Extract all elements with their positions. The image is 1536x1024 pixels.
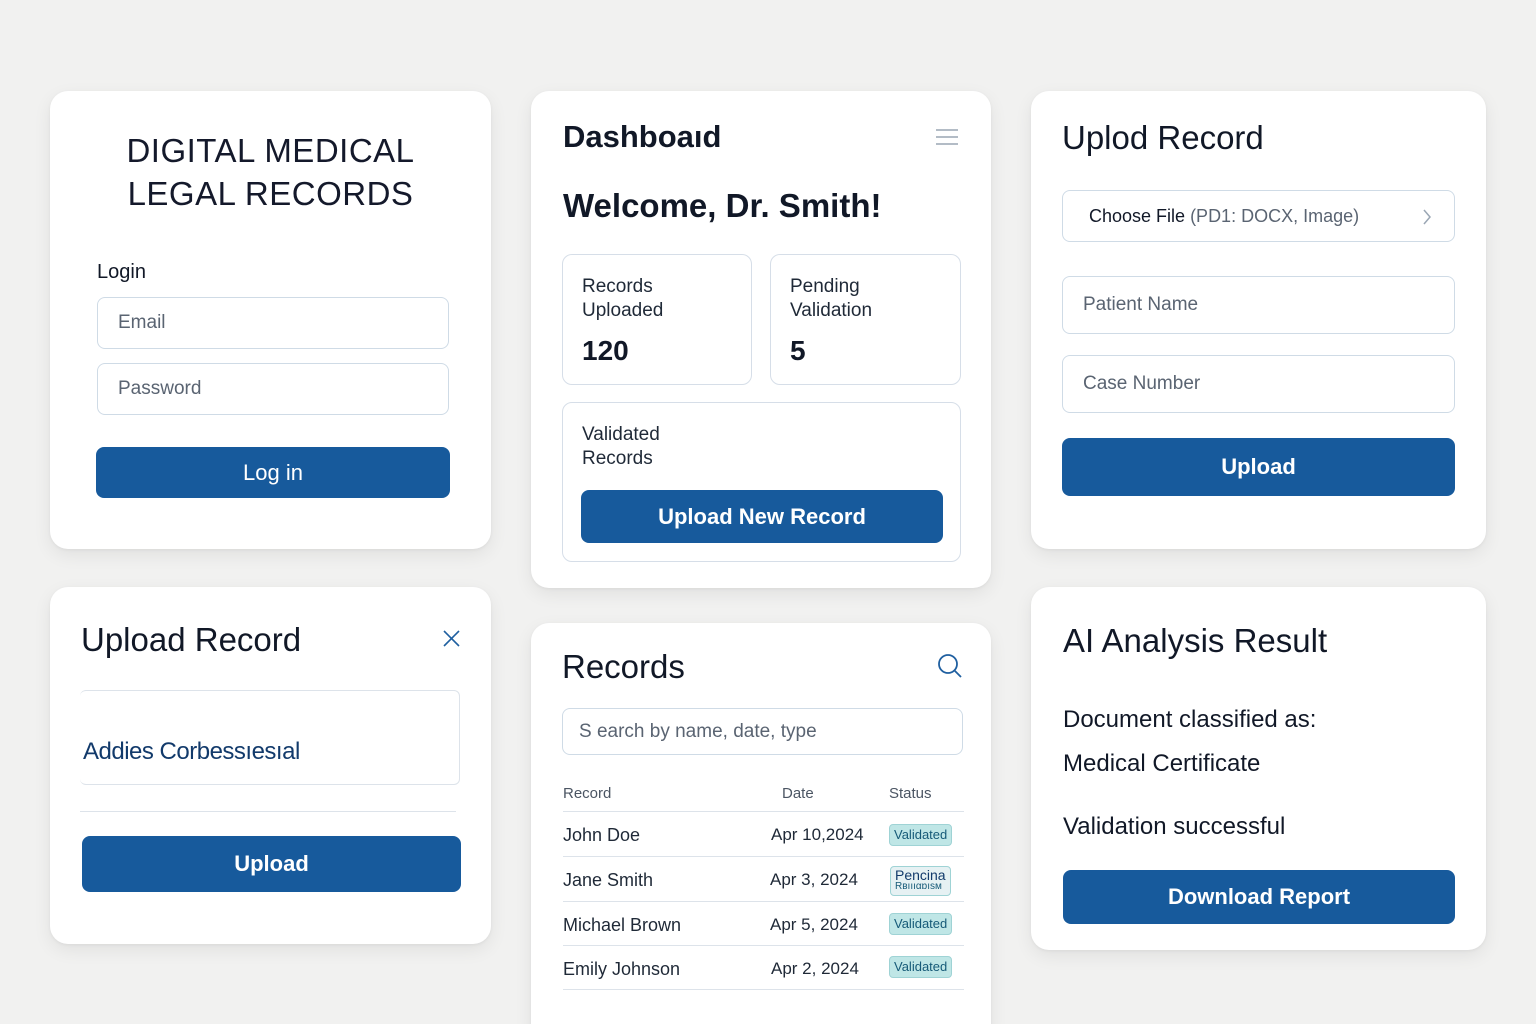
upload-form-card: Uplod Record Choose File (PD1: DOCX, Ima… [1031, 91, 1486, 549]
stat-value: 5 [790, 335, 806, 366]
login-button[interactable]: Log in [96, 447, 450, 498]
records-card: Records S earch by name, date, type Reco… [531, 623, 991, 1024]
divider [563, 811, 964, 812]
column-header-date: Date [782, 785, 814, 802]
divider [563, 945, 964, 946]
classification-label: Document classified as: [1063, 706, 1317, 733]
patient-name-input[interactable]: Patient Name [1062, 276, 1455, 334]
chevron-right-icon [1423, 209, 1431, 225]
column-header-record: Record [563, 785, 612, 802]
status-badge: Pencina Rвıııαɒısм [890, 866, 951, 896]
case-number-input[interactable]: Case Number [1062, 355, 1455, 413]
record-date: Apr 10,2024 [771, 825, 864, 844]
upload-new-record-button[interactable]: Upload New Record [581, 490, 943, 543]
classification-value: Medical Certificate [1063, 750, 1261, 777]
welcome-text: Welcome, Dr. Smith! [563, 187, 882, 224]
record-name: Michael Brown [563, 915, 682, 935]
password-input[interactable]: Password [97, 363, 449, 415]
upload-modal-card: Upload Record Addies Corbessıesıal Uploa… [50, 587, 491, 944]
record-date: Apr 5, 2024 [770, 915, 858, 934]
record-date: Apr 2, 2024 [771, 959, 859, 978]
stat-value: 120 [582, 335, 629, 366]
status-badge: Validated [889, 824, 953, 846]
close-icon[interactable] [443, 630, 460, 647]
dashboard-title: Dashboaıd [563, 119, 722, 154]
record-name: John Doe [563, 825, 641, 845]
file-name-field[interactable]: Addies Corbessıesıal [80, 690, 460, 785]
dashboard-card: Dashboaıd Welcome, Dr. Smith! Records Upl… [531, 91, 991, 588]
upload-modal-title: Upload Record [81, 621, 302, 658]
stat-records-uploaded: Records Uploaded 120 [562, 254, 752, 385]
divider [563, 901, 964, 902]
divider [563, 989, 964, 990]
search-input[interactable]: S earch by name, date, type [562, 708, 963, 755]
menu-icon[interactable] [935, 127, 959, 147]
search-icon[interactable] [936, 652, 964, 680]
column-header-status: Status [889, 785, 932, 802]
record-name: Emily Johnson [563, 959, 681, 979]
ai-result-card: AI Analysis Result Document classified a… [1031, 587, 1486, 950]
divider [80, 811, 456, 812]
status-badge: Validated [889, 956, 953, 978]
choose-file-input[interactable]: Choose File (PD1: DOCX, Image) [1062, 190, 1455, 242]
login-label: Login [97, 261, 146, 283]
upload-button[interactable]: Upload [82, 836, 461, 892]
divider [563, 856, 964, 857]
login-card: DIGITAL MEDICAL LEGAL RECORDS Login Emai… [50, 91, 491, 549]
status-badge: Validated [889, 913, 953, 935]
email-input[interactable]: Email [97, 297, 449, 349]
records-title: Records [562, 648, 685, 685]
record-name: Jane Smith [563, 870, 654, 890]
stat-pending-validation: Pending Validation 5 [770, 254, 961, 385]
validation-status: Validation successful [1063, 813, 1286, 840]
download-report-button[interactable]: Download Report [1063, 870, 1455, 924]
stat-validated-records: Validated Records Upload New Record [562, 402, 961, 562]
upload-form-title: Uplod Record [1062, 119, 1264, 156]
app-title: DIGITAL MEDICAL LEGAL RECORDS [126, 132, 415, 212]
record-date: Apr 3, 2024 [770, 870, 858, 889]
upload-button[interactable]: Upload [1062, 438, 1455, 496]
ai-result-title: AI Analysis Result [1063, 622, 1328, 659]
